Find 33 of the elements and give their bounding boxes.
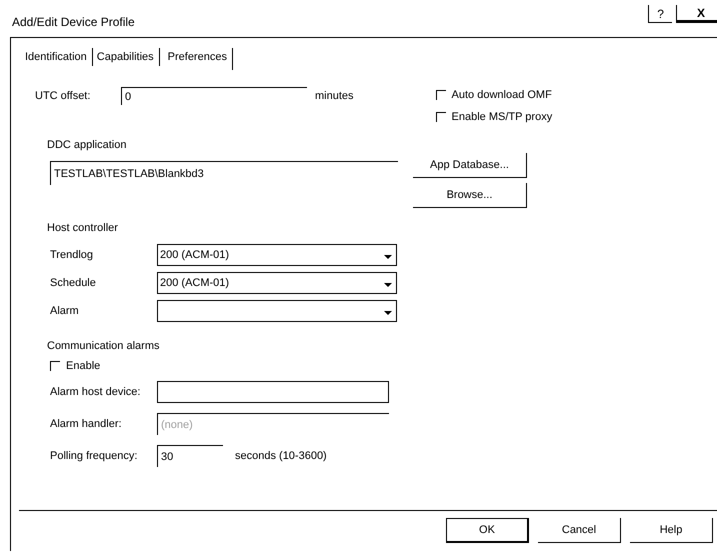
checkbox[interactable]: Auto download OMF — [436, 89, 552, 101]
dialog-button[interactable]: OK — [446, 518, 529, 543]
dropdown[interactable]: 200 (ACM-01) — [157, 272, 397, 294]
seconds-range-label: seconds (10-3600) — [235, 450, 327, 462]
app-button[interactable]: Browse... — [413, 183, 527, 208]
dropdown-arrow-icon — [384, 283, 392, 288]
ddc-application-field[interactable]: TESTLAB\TESTLAB\Blankbd3 — [50, 161, 398, 185]
alarm-host-device-field[interactable] — [157, 381, 389, 403]
dropdown-arrow-icon — [384, 311, 392, 316]
dialog-button[interactable]: Help — [630, 518, 713, 543]
field-label: Polling frequency: — [50, 450, 138, 462]
communication-alarms-heading: Communication alarms — [47, 340, 160, 352]
dropdown[interactable]: 200 (ACM-01) — [157, 244, 397, 266]
field-label: Schedule — [50, 277, 97, 289]
dropdown[interactable] — [157, 300, 397, 322]
field-label: Alarm host device: — [50, 386, 140, 398]
utc-offset-field[interactable]: 0 — [121, 87, 307, 105]
host-controller-heading: Host controller — [47, 222, 119, 234]
field-label: Trendlog — [50, 249, 94, 261]
polling-frequency-field[interactable]: 30 — [157, 445, 223, 467]
checkbox[interactable]: Enable — [50, 360, 717, 372]
help-button[interactable]: ? — [648, 5, 672, 23]
window-title: Add/Edit Device Profile — [12, 14, 135, 28]
utc-offset-label: UTC offset: — [35, 90, 92, 102]
close-button[interactable]: X — [676, 5, 717, 23]
minutes-label: minutes — [315, 90, 354, 102]
dropdown-arrow-icon — [384, 255, 392, 260]
field-label: Alarm handler: — [50, 418, 122, 430]
ddc-application-heading: DDC application — [47, 139, 128, 151]
field-label: Alarm — [50, 305, 80, 317]
dialog-button[interactable]: Cancel — [538, 518, 621, 543]
app-button[interactable]: App Database... — [413, 153, 527, 178]
checkbox[interactable]: Enable MS/TP proxy — [436, 111, 552, 123]
